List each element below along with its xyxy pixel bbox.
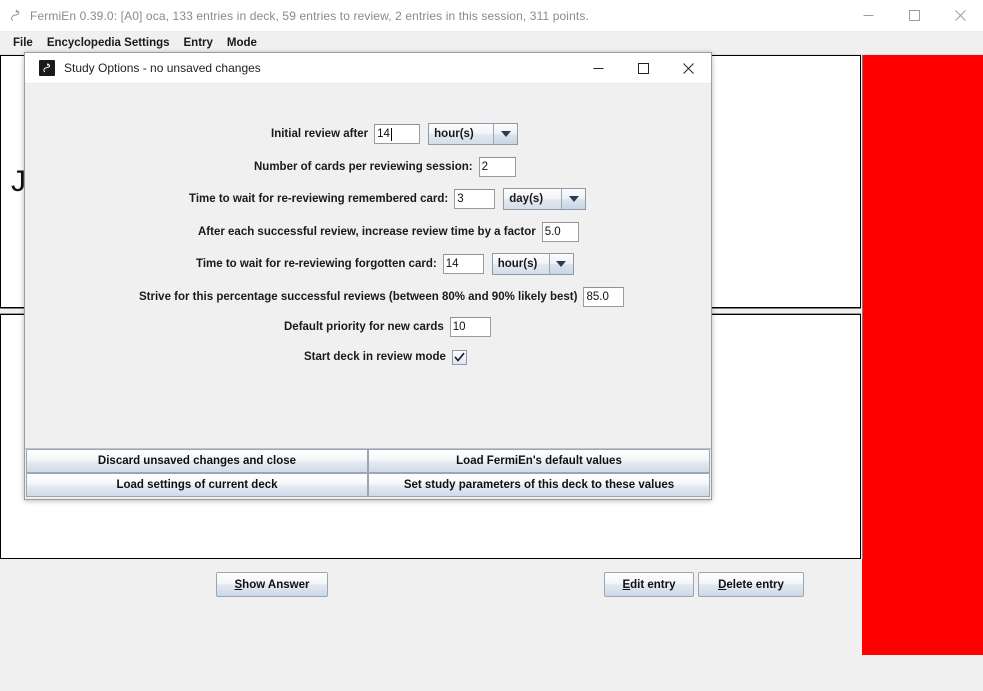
load-defaults-button[interactable]: Load FermiEn's default values	[368, 449, 710, 473]
dialog-window-controls	[576, 53, 711, 83]
edit-entry-button[interactable]: Edit entry	[604, 572, 694, 597]
success-factor-value: 5.0	[544, 226, 561, 238]
minimize-icon[interactable]	[576, 53, 621, 83]
chevron-down-icon[interactable]	[548, 254, 573, 274]
show-answer-label: how Answer	[242, 578, 310, 591]
maximize-icon[interactable]	[891, 0, 937, 31]
close-icon[interactable]	[937, 0, 983, 31]
delete-entry-label: elete entry	[726, 578, 784, 591]
forgotten-wait-unit-combo[interactable]: hour(s)	[491, 253, 574, 275]
initial-review-label: Initial review after	[271, 128, 369, 140]
cards-per-session-value: 2	[481, 161, 488, 173]
discard-changes-button[interactable]: Discard unsaved changes and close	[26, 449, 368, 473]
row-forgotten-wait: Time to wait for re-reviewing forgotten …	[196, 253, 574, 275]
remembered-wait-label: Time to wait for re-reviewing remembered…	[189, 193, 449, 205]
initial-review-input[interactable]: 14	[374, 124, 421, 144]
forgotten-wait-input[interactable]: 14	[442, 254, 484, 274]
dialog-form: Initial review after 14 hour(s) Number o…	[25, 84, 711, 449]
menu-item-entry[interactable]: Entry	[177, 35, 220, 51]
main-window-title: FermiEn 0.39.0: [A0] oca, 133 entries in…	[30, 8, 589, 23]
target-percentage-label: Strive for this percentage successful re…	[139, 291, 578, 303]
dialog-button-bar: Discard unsaved changes and close Load F…	[25, 449, 711, 499]
load-current-deck-button[interactable]: Load settings of current deck	[26, 473, 368, 497]
show-answer-button[interactable]: Show Answer	[216, 572, 328, 597]
apply-settings-button[interactable]: Set study parameters of this deck to the…	[368, 473, 710, 497]
initial-review-unit-combo[interactable]: hour(s)	[428, 123, 519, 145]
cards-per-session-input[interactable]: 2	[478, 157, 516, 177]
chevron-down-icon[interactable]	[561, 189, 586, 209]
forgotten-wait-unit-value: hour(s)	[497, 258, 538, 270]
edit-entry-label: dit entry	[630, 578, 676, 591]
fermien-logo-icon	[0, 0, 30, 31]
menu-item-encyclopedia-settings[interactable]: Encyclopedia Settings	[40, 35, 177, 51]
maximize-icon[interactable]	[621, 53, 666, 83]
success-factor-input[interactable]: 5.0	[541, 222, 579, 242]
default-priority-input[interactable]: 10	[449, 317, 491, 337]
dialog-titlebar: Study Options - no unsaved changes	[25, 53, 711, 84]
action-bar: Show Answer Edit entry Delete entry	[0, 559, 862, 619]
default-priority-label: Default priority for new cards	[284, 321, 444, 333]
initial-review-unit-value: hour(s)	[434, 128, 474, 140]
start-review-mode-checkbox[interactable]	[451, 349, 467, 365]
row-cards-per-session: Number of cards per reviewing session: 2	[254, 156, 516, 178]
row-default-priority: Default priority for new cards 10	[284, 316, 491, 338]
delete-entry-button[interactable]: Delete entry	[698, 572, 804, 597]
cards-per-session-label: Number of cards per reviewing session:	[254, 161, 473, 173]
row-initial-review: Initial review after 14 hour(s)	[271, 123, 519, 145]
forgotten-wait-label: Time to wait for re-reviewing forgotten …	[196, 258, 437, 270]
fermien-logo-icon	[39, 60, 55, 76]
show-answer-mnemonic: S	[234, 578, 243, 591]
delete-entry-mnemonic: D	[718, 578, 727, 591]
main-window-controls	[845, 0, 983, 31]
check-icon	[454, 352, 465, 362]
row-target-percentage: Strive for this percentage successful re…	[139, 286, 625, 308]
chevron-down-icon[interactable]	[493, 124, 518, 144]
remembered-wait-value: 3	[457, 193, 464, 205]
minimize-icon[interactable]	[845, 0, 891, 31]
close-icon[interactable]	[666, 53, 711, 83]
remembered-wait-unit-combo[interactable]: day(s)	[503, 188, 587, 210]
row-start-review-mode: Start deck in review mode	[304, 346, 467, 368]
row-success-factor: After each successful review, increase r…	[198, 221, 579, 243]
initial-review-value: 14	[377, 128, 390, 140]
dialog-title: Study Options - no unsaved changes	[64, 61, 261, 75]
remembered-wait-input[interactable]: 3	[454, 189, 496, 209]
default-priority-value: 10	[452, 321, 466, 333]
remembered-wait-unit-value: day(s)	[509, 193, 544, 205]
menu-item-file[interactable]: File	[6, 35, 40, 51]
edit-entry-mnemonic: E	[622, 578, 631, 591]
target-percentage-input[interactable]: 85.0	[583, 287, 625, 307]
menu-item-mode[interactable]: Mode	[220, 35, 264, 51]
main-titlebar: FermiEn 0.39.0: [A0] oca, 133 entries in…	[0, 0, 983, 32]
row-remembered-wait: Time to wait for re-reviewing remembered…	[189, 188, 587, 210]
text-caret	[390, 127, 392, 141]
study-options-dialog: Study Options - no unsaved changes Initi…	[24, 52, 712, 500]
success-factor-label: After each successful review, increase r…	[198, 226, 536, 238]
forgotten-wait-value: 14	[445, 258, 459, 270]
target-percentage-value: 85.0	[586, 291, 609, 303]
start-review-mode-label: Start deck in review mode	[304, 351, 446, 363]
red-accent-panel	[862, 55, 983, 655]
